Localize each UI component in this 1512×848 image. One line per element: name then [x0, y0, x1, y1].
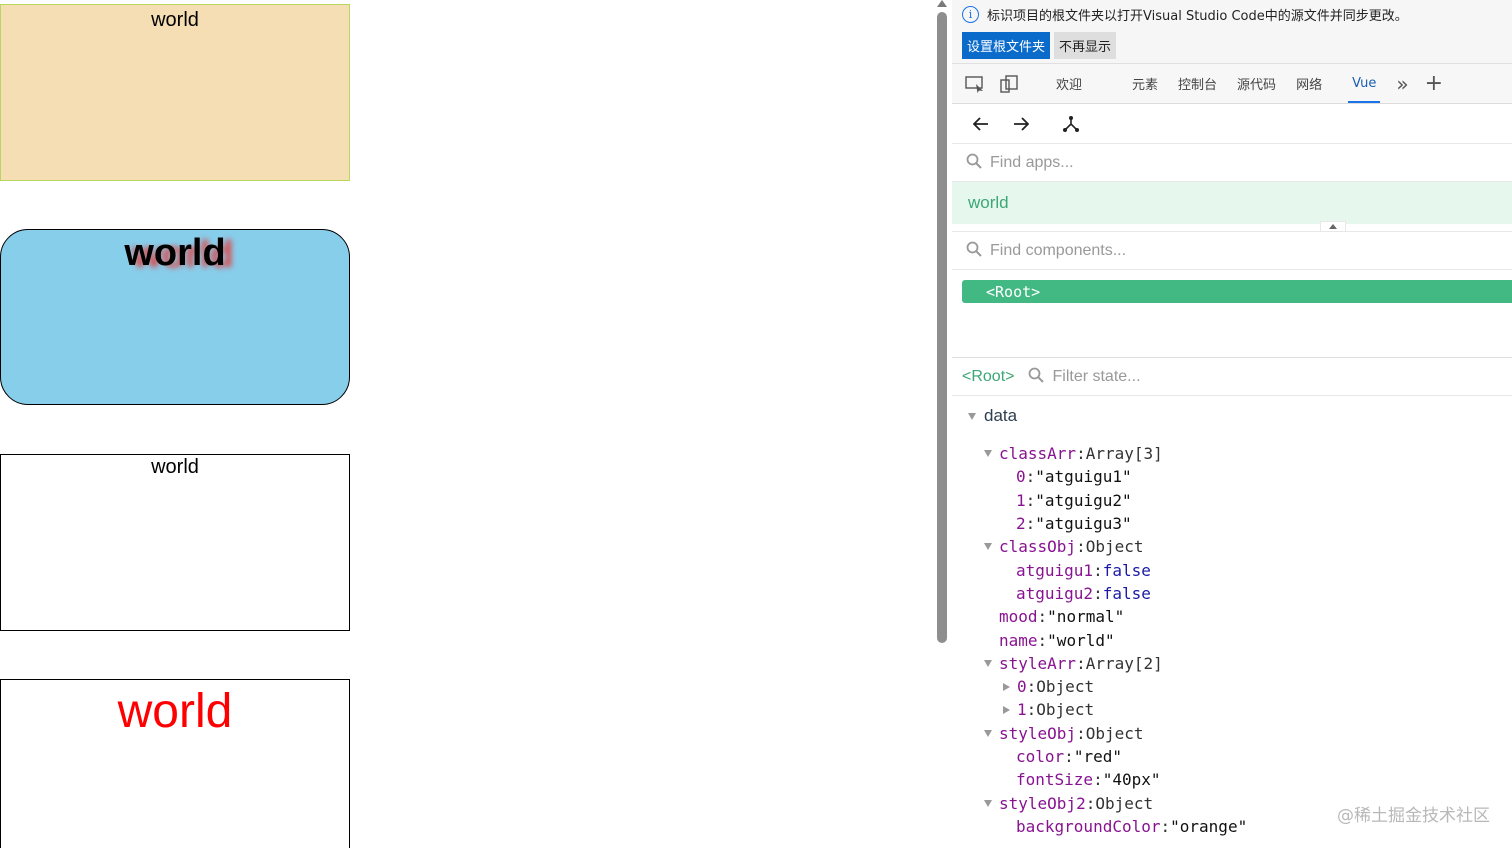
state-row[interactable]: styleObj: Object [952, 722, 1512, 745]
state-row: name: "world" [999, 630, 1115, 650]
state-row: atguigu1: false [1016, 560, 1151, 580]
search-icon [966, 153, 982, 173]
state-row: fontSize: "40px" [1016, 770, 1161, 790]
pane-splitter[interactable] [952, 221, 1512, 232]
dont-show-again-button[interactable]: 不再显示 [1054, 32, 1117, 59]
caret-right-icon[interactable] [999, 682, 1013, 691]
device-toolbar-icon[interactable] [998, 73, 1020, 95]
scroll-up-arrow[interactable] [937, 0, 947, 7]
state-row: 0: "atguigu1" [1016, 467, 1132, 487]
info-icon: i [962, 5, 979, 23]
add-tab-icon[interactable]: + [1425, 71, 1443, 96]
caret-down-icon[interactable] [981, 729, 995, 737]
page-scrollbar-thumb[interactable] [937, 12, 947, 643]
caret-down-icon[interactable] [981, 543, 995, 551]
find-components-input[interactable] [990, 241, 1390, 260]
component-tree: <Root> [952, 270, 1512, 358]
tab-welcome[interactable]: 欢迎 [1046, 64, 1092, 104]
infobar-message: 标识项目的根文件夹以打开Visual Studio Code中的源文件并同步更改… [987, 8, 1408, 24]
inspect-element-icon[interactable] [964, 73, 986, 95]
tab-sources[interactable]: 源代码 [1227, 64, 1286, 104]
state-header: <Root> [952, 358, 1512, 396]
caret-down-icon[interactable] [981, 659, 995, 667]
tab-vue[interactable]: Vue [1342, 64, 1386, 104]
forward-arrow-icon[interactable] [1010, 113, 1032, 135]
state-row[interactable]: 1: Object [952, 698, 1512, 721]
app-item-selected[interactable]: world [952, 182, 1512, 224]
search-icon [966, 241, 982, 261]
devtools-panel: i 标识项目的根文件夹以打开Visual Studio Code中的源文件并同步… [952, 0, 1512, 848]
state-row: 1: "atguigu2" [1016, 490, 1132, 510]
state-row: mood: "normal" [999, 607, 1125, 627]
find-apps-input[interactable] [990, 153, 1390, 172]
caret-down-icon [968, 412, 976, 420]
box4-text: world [117, 685, 233, 738]
set-root-folder-button[interactable]: 设置根文件夹 [962, 32, 1051, 59]
watermark-text: @稀土掘金技术社区 [1337, 806, 1490, 826]
box3-text: world [151, 456, 199, 478]
selected-component-label: <Root> [962, 367, 1015, 385]
data-section-header[interactable]: data [952, 396, 1512, 436]
box1-text: world [151, 9, 199, 31]
search-icon [1028, 367, 1045, 387]
more-tabs-icon[interactable]: » [1396, 72, 1408, 96]
apps-search-row [952, 144, 1512, 182]
state-row: atguigu2: false [1016, 583, 1151, 603]
state-row[interactable]: 0: Object [952, 675, 1512, 698]
collapse-caret-icon[interactable] [1320, 221, 1346, 231]
preview-box-wheat: world [0, 4, 350, 181]
tab-network[interactable]: 网络 [1286, 64, 1332, 104]
components-search-row [952, 232, 1512, 270]
tab-console[interactable]: 控制台 [1168, 64, 1227, 104]
back-arrow-icon[interactable] [970, 113, 992, 135]
filter-state-input[interactable] [1052, 367, 1353, 386]
state-row[interactable]: classObj: Object [952, 535, 1512, 558]
component-tree-icon[interactable] [1060, 113, 1082, 135]
state-row[interactable]: styleArr: Array[2] [952, 652, 1512, 675]
data-section-label: data [984, 406, 1018, 425]
devtools-tabbar: 欢迎 元素 控制台 源代码 网络 Vue » + [952, 64, 1512, 104]
caret-right-icon[interactable] [999, 705, 1013, 714]
preview-box-rounded: world [0, 229, 350, 405]
preview-box-plain: world [0, 454, 350, 631]
workspace-infobar: i 标识项目的根文件夹以打开Visual Studio Code中的源文件并同步… [952, 0, 1512, 64]
tree-node-root[interactable]: <Root> [962, 280, 1512, 303]
state-row: color: "red" [1016, 747, 1122, 766]
preview-box-red-text: world [0, 679, 350, 848]
state-row: 2: "atguigu3" [1016, 514, 1132, 534]
caret-down-icon[interactable] [981, 799, 995, 807]
state-list: classArr: Array[3] 0: "atguigu1" 1: "atg… [952, 436, 1512, 838]
caret-down-icon[interactable] [981, 450, 995, 458]
tab-elements[interactable]: 元素 [1122, 64, 1168, 104]
vue-nav-row [952, 104, 1512, 144]
state-row[interactable]: classArr: Array[3] [952, 442, 1512, 465]
box2-text: world [124, 232, 226, 274]
